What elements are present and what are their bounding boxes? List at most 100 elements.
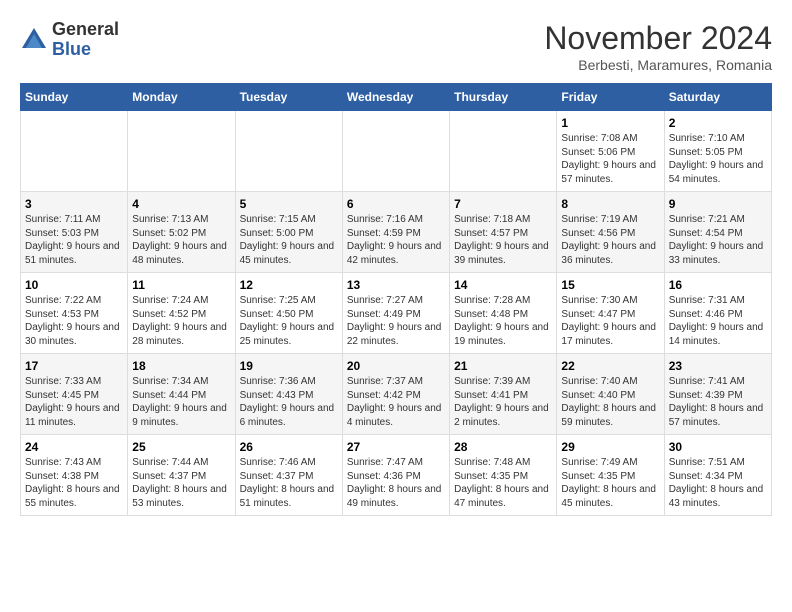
day-number: 11 bbox=[132, 278, 230, 292]
month-title: November 2024 bbox=[544, 20, 772, 57]
weekday-header-friday: Friday bbox=[557, 84, 664, 111]
day-details: Sunrise: 7:31 AM Sunset: 4:46 PM Dayligh… bbox=[669, 294, 767, 348]
day-number: 16 bbox=[669, 278, 767, 292]
logo-blue-text: Blue bbox=[52, 39, 91, 59]
day-details: Sunrise: 7:11 AM Sunset: 5:03 PM Dayligh… bbox=[25, 213, 123, 267]
weekday-header-row: SundayMondayTuesdayWednesdayThursdayFrid… bbox=[21, 84, 772, 111]
calendar-week-row: 24Sunrise: 7:43 AM Sunset: 4:38 PM Dayli… bbox=[21, 435, 772, 516]
day-details: Sunrise: 7:18 AM Sunset: 4:57 PM Dayligh… bbox=[454, 213, 552, 267]
calendar-table: SundayMondayTuesdayWednesdayThursdayFrid… bbox=[20, 83, 772, 516]
day-number: 10 bbox=[25, 278, 123, 292]
day-details: Sunrise: 7:10 AM Sunset: 5:05 PM Dayligh… bbox=[669, 132, 767, 186]
day-number: 12 bbox=[240, 278, 338, 292]
calendar-cell bbox=[21, 111, 128, 192]
day-details: Sunrise: 7:34 AM Sunset: 4:44 PM Dayligh… bbox=[132, 375, 230, 429]
calendar-week-row: 10 Sunrise: 7:22 AM Sunset: 4:53 PM Dayli… bbox=[21, 273, 772, 354]
day-number: 2 bbox=[669, 116, 767, 130]
day-number: 29 bbox=[561, 440, 659, 454]
calendar-cell: 24Sunrise: 7:43 AM Sunset: 4:38 PM Dayli… bbox=[21, 435, 128, 516]
calendar-cell: 15 Sunrise: 7:30 AM Sunset: 4:47 PM Dayli… bbox=[557, 273, 664, 354]
calendar-cell: 25 Sunrise: 7:44 AM Sunset: 4:37 PM Dayli… bbox=[128, 435, 235, 516]
calendar-cell: 3Sunrise: 7:11 AM Sunset: 5:03 PM Daylig… bbox=[21, 192, 128, 273]
day-details: Sunrise: 7:44 AM Sunset: 4:37 PM Dayligh… bbox=[132, 456, 230, 510]
day-number: 6 bbox=[347, 197, 445, 211]
day-number: 15 bbox=[561, 278, 659, 292]
day-details: Sunrise: 7:37 AM Sunset: 4:42 PM Dayligh… bbox=[347, 375, 445, 429]
day-details: Sunrise: 7:24 AM Sunset: 4:52 PM Dayligh… bbox=[132, 294, 230, 348]
day-details: Sunrise: 7:40 AM Sunset: 4:40 PM Dayligh… bbox=[561, 375, 659, 429]
day-details: Sunrise: 7:39 AM Sunset: 4:41 PM Dayligh… bbox=[454, 375, 552, 429]
calendar-cell: 18 Sunrise: 7:34 AM Sunset: 4:44 PM Dayli… bbox=[128, 354, 235, 435]
calendar-cell: 30Sunrise: 7:51 AM Sunset: 4:34 PM Dayli… bbox=[664, 435, 771, 516]
weekday-header-thursday: Thursday bbox=[450, 84, 557, 111]
day-details: Sunrise: 7:48 AM Sunset: 4:35 PM Dayligh… bbox=[454, 456, 552, 510]
calendar-cell bbox=[128, 111, 235, 192]
day-details: Sunrise: 7:15 AM Sunset: 5:00 PM Dayligh… bbox=[240, 213, 338, 267]
day-details: Sunrise: 7:30 AM Sunset: 4:47 PM Dayligh… bbox=[561, 294, 659, 348]
day-number: 5 bbox=[240, 197, 338, 211]
day-number: 17 bbox=[25, 359, 123, 373]
calendar-cell: 13 Sunrise: 7:27 AM Sunset: 4:49 PM Dayli… bbox=[342, 273, 449, 354]
day-number: 9 bbox=[669, 197, 767, 211]
day-number: 20 bbox=[347, 359, 445, 373]
calendar-cell: 26 Sunrise: 7:46 AM Sunset: 4:37 PM Dayli… bbox=[235, 435, 342, 516]
calendar-cell: 9 Sunrise: 7:21 AM Sunset: 4:54 PM Daylig… bbox=[664, 192, 771, 273]
day-number: 19 bbox=[240, 359, 338, 373]
calendar-cell: 11 Sunrise: 7:24 AM Sunset: 4:52 PM Dayli… bbox=[128, 273, 235, 354]
weekday-header-tuesday: Tuesday bbox=[235, 84, 342, 111]
day-details: Sunrise: 7:25 AM Sunset: 4:50 PM Dayligh… bbox=[240, 294, 338, 348]
day-number: 30 bbox=[669, 440, 767, 454]
day-details: Sunrise: 7:46 AM Sunset: 4:37 PM Dayligh… bbox=[240, 456, 338, 510]
weekday-header-monday: Monday bbox=[128, 84, 235, 111]
day-number: 24 bbox=[25, 440, 123, 454]
logo: General Blue bbox=[20, 20, 119, 60]
day-details: Sunrise: 7:49 AM Sunset: 4:35 PM Dayligh… bbox=[561, 456, 659, 510]
day-number: 1 bbox=[561, 116, 659, 130]
calendar-cell: 2 Sunrise: 7:10 AM Sunset: 5:05 PM Daylig… bbox=[664, 111, 771, 192]
calendar-cell: 16 Sunrise: 7:31 AM Sunset: 4:46 PM Dayli… bbox=[664, 273, 771, 354]
day-details: Sunrise: 7:33 AM Sunset: 4:45 PM Dayligh… bbox=[25, 375, 123, 429]
calendar-cell bbox=[235, 111, 342, 192]
location-subtitle: Berbesti, Maramures, Romania bbox=[544, 57, 772, 73]
weekday-header-sunday: Sunday bbox=[21, 84, 128, 111]
day-number: 18 bbox=[132, 359, 230, 373]
calendar-cell: 23 Sunrise: 7:41 AM Sunset: 4:39 PM Dayli… bbox=[664, 354, 771, 435]
calendar-cell: 4Sunrise: 7:13 AM Sunset: 5:02 PM Daylig… bbox=[128, 192, 235, 273]
day-details: Sunrise: 7:41 AM Sunset: 4:39 PM Dayligh… bbox=[669, 375, 767, 429]
day-details: Sunrise: 7:22 AM Sunset: 4:53 PM Dayligh… bbox=[25, 294, 123, 348]
weekday-header-saturday: Saturday bbox=[664, 84, 771, 111]
calendar-cell: 5 Sunrise: 7:15 AM Sunset: 5:00 PM Daylig… bbox=[235, 192, 342, 273]
calendar-cell: 14Sunrise: 7:28 AM Sunset: 4:48 PM Dayli… bbox=[450, 273, 557, 354]
day-details: Sunrise: 7:19 AM Sunset: 4:56 PM Dayligh… bbox=[561, 213, 659, 267]
calendar-cell: 21Sunrise: 7:39 AM Sunset: 4:41 PM Dayli… bbox=[450, 354, 557, 435]
day-number: 23 bbox=[669, 359, 767, 373]
day-details: Sunrise: 7:27 AM Sunset: 4:49 PM Dayligh… bbox=[347, 294, 445, 348]
day-number: 25 bbox=[132, 440, 230, 454]
calendar-cell bbox=[450, 111, 557, 192]
calendar-cell: 29 Sunrise: 7:49 AM Sunset: 4:35 PM Dayli… bbox=[557, 435, 664, 516]
calendar-cell: 17 Sunrise: 7:33 AM Sunset: 4:45 PM Dayli… bbox=[21, 354, 128, 435]
day-number: 27 bbox=[347, 440, 445, 454]
day-number: 22 bbox=[561, 359, 659, 373]
calendar-cell: 10 Sunrise: 7:22 AM Sunset: 4:53 PM Dayli… bbox=[21, 273, 128, 354]
day-number: 7 bbox=[454, 197, 552, 211]
calendar-cell: 19 Sunrise: 7:36 AM Sunset: 4:43 PM Dayli… bbox=[235, 354, 342, 435]
weekday-header-wednesday: Wednesday bbox=[342, 84, 449, 111]
day-number: 8 bbox=[561, 197, 659, 211]
calendar-cell: 8 Sunrise: 7:19 AM Sunset: 4:56 PM Daylig… bbox=[557, 192, 664, 273]
calendar-cell: 1 Sunrise: 7:08 AM Sunset: 5:06 PM Daylig… bbox=[557, 111, 664, 192]
calendar-cell: 22 Sunrise: 7:40 AM Sunset: 4:40 PM Dayli… bbox=[557, 354, 664, 435]
calendar-cell bbox=[342, 111, 449, 192]
day-details: Sunrise: 7:47 AM Sunset: 4:36 PM Dayligh… bbox=[347, 456, 445, 510]
calendar-cell: 6 Sunrise: 7:16 AM Sunset: 4:59 PM Daylig… bbox=[342, 192, 449, 273]
day-details: Sunrise: 7:08 AM Sunset: 5:06 PM Dayligh… bbox=[561, 132, 659, 186]
calendar-week-row: 17 Sunrise: 7:33 AM Sunset: 4:45 PM Dayli… bbox=[21, 354, 772, 435]
calendar-week-row: 1 Sunrise: 7:08 AM Sunset: 5:06 PM Daylig… bbox=[21, 111, 772, 192]
day-details: Sunrise: 7:16 AM Sunset: 4:59 PM Dayligh… bbox=[347, 213, 445, 267]
day-number: 26 bbox=[240, 440, 338, 454]
day-number: 13 bbox=[347, 278, 445, 292]
logo-icon bbox=[20, 26, 48, 54]
calendar-cell: 7 Sunrise: 7:18 AM Sunset: 4:57 PM Daylig… bbox=[450, 192, 557, 273]
day-details: Sunrise: 7:36 AM Sunset: 4:43 PM Dayligh… bbox=[240, 375, 338, 429]
day-details: Sunrise: 7:21 AM Sunset: 4:54 PM Dayligh… bbox=[669, 213, 767, 267]
